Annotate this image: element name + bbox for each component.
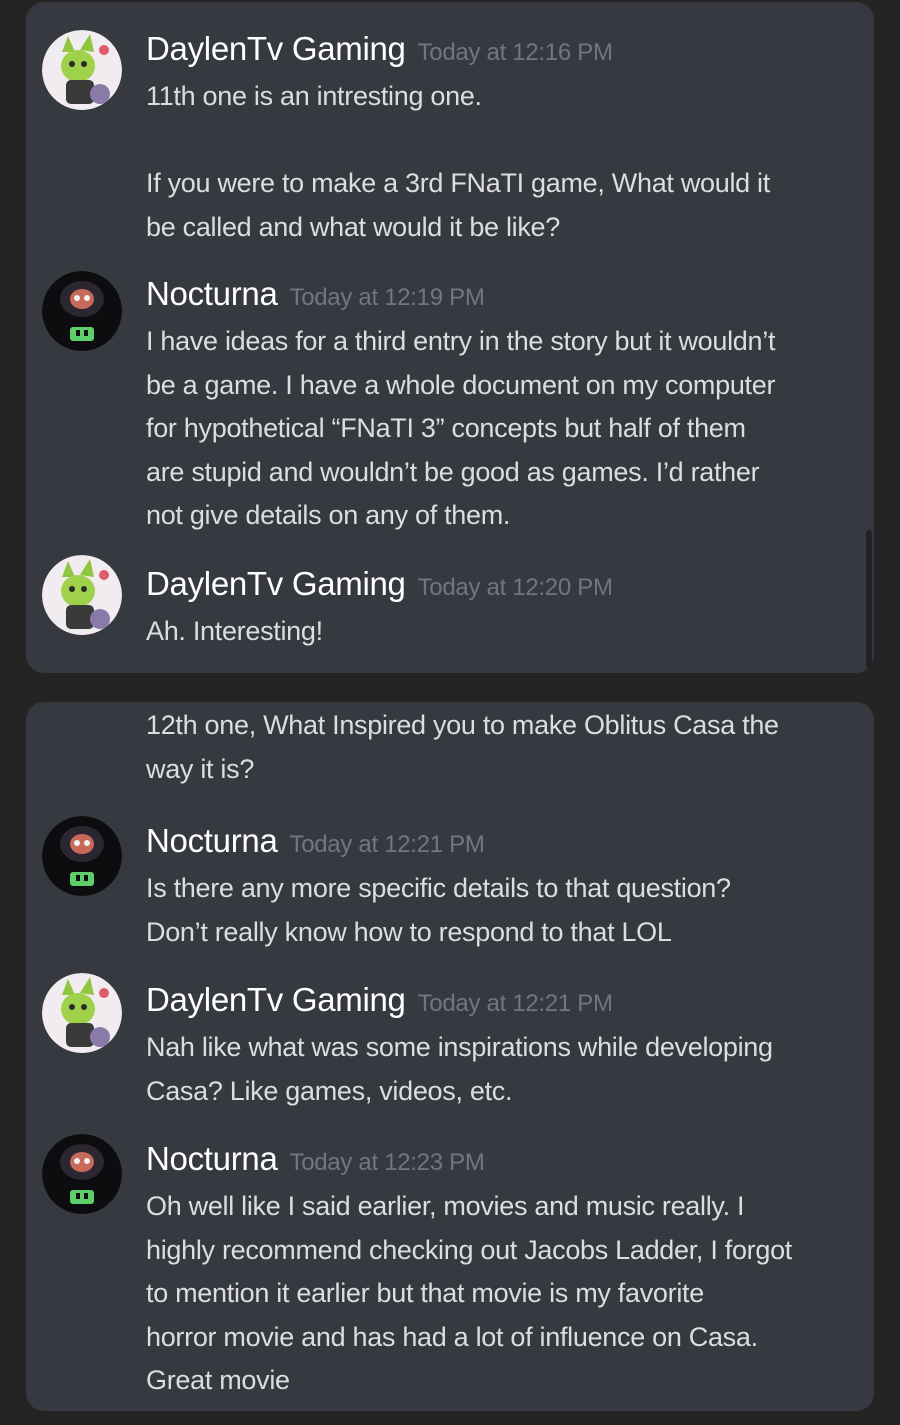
- nocturna-avatar-icon: [42, 1134, 122, 1214]
- message-line: 11th one is an intresting one.: [146, 81, 482, 111]
- message-line: If you were to make a 3rd FNaTI game, Wh…: [146, 168, 770, 198]
- daylen-avatar-icon: [42, 555, 122, 635]
- message-body: Nah like what was some inspirations whil…: [146, 1026, 861, 1113]
- chat-panel-bottom: 12th one, What Inspired you to make Obli…: [26, 702, 874, 1411]
- author-name[interactable]: Nocturna: [146, 822, 278, 859]
- message-line: Nah like what was some inspirations whil…: [146, 1032, 773, 1062]
- message-timestamp: Today at 12:21 PM: [289, 831, 485, 858]
- chat-panel-top: DaylenTv Gaming Today at 12:16 PM 11th on…: [26, 2, 874, 673]
- author-name[interactable]: DaylenTv Gaming: [146, 30, 406, 67]
- message-line: for hypothetical “FNaTI 3” concepts but …: [146, 413, 746, 443]
- author-name[interactable]: DaylenTv Gaming: [146, 981, 406, 1018]
- message-body: Is there any more specific details to th…: [146, 867, 861, 954]
- user-avatar-daylen[interactable]: [42, 973, 122, 1053]
- nocturna-avatar-icon: [42, 816, 122, 896]
- user-avatar-daylen[interactable]: [42, 555, 122, 635]
- message-line: highly recommend checking out Jacobs Lad…: [146, 1234, 792, 1265]
- message-line: not give details on any of them.: [146, 500, 511, 530]
- author-name[interactable]: Nocturna: [146, 275, 278, 312]
- message-body: I have ideas for a third entry in the st…: [146, 320, 861, 538]
- message-header: Nocturna Today at 12:23 PM: [146, 1140, 485, 1180]
- message-timestamp: Today at 12:19 PM: [289, 284, 485, 311]
- message-line: Great movie: [146, 1365, 290, 1395]
- message-line: 12th one, What Inspired you to make Obli…: [146, 710, 779, 740]
- message-body: Oh well like I said earlier, movies and …: [146, 1185, 861, 1403]
- author-name[interactable]: Nocturna: [146, 1140, 278, 1177]
- message-line: be called and what would it be like?: [146, 211, 560, 242]
- daylen-avatar-icon: [42, 30, 122, 110]
- message-header: Nocturna Today at 12:19 PM: [146, 275, 485, 315]
- message-line: Oh well like I said earlier, movies and …: [146, 1191, 745, 1221]
- user-avatar-nocturna[interactable]: [42, 1134, 122, 1214]
- message-line: Is there any more specific details to th…: [146, 873, 731, 903]
- user-avatar-daylen[interactable]: [42, 30, 122, 110]
- message-line: Ah. Interesting!: [146, 616, 323, 646]
- nocturna-avatar-icon: [42, 271, 122, 351]
- message-line: be a game. I have a whole document on my…: [146, 369, 776, 400]
- user-avatar-nocturna[interactable]: [42, 271, 122, 351]
- message-line: Casa? Like games, videos, etc.: [146, 1075, 513, 1106]
- author-name[interactable]: DaylenTv Gaming: [146, 565, 406, 602]
- message-timestamp: Today at 12:20 PM: [417, 574, 613, 601]
- message-body: 11th one is an intresting one. If you we…: [146, 75, 861, 249]
- message-header: DaylenTv Gaming Today at 12:21 PM: [146, 981, 613, 1021]
- message-timestamp: Today at 12:16 PM: [417, 39, 613, 66]
- message-line: Don’t really know how to respond to that…: [146, 916, 672, 947]
- message-body: 12th one, What Inspired you to make Obli…: [146, 704, 861, 791]
- message-line: I have ideas for a third entry in the st…: [146, 326, 776, 356]
- user-avatar-nocturna[interactable]: [42, 816, 122, 896]
- message-body: Ah. Interesting!: [146, 610, 861, 654]
- message-line: are stupid and wouldn’t be good as games…: [146, 456, 760, 487]
- daylen-avatar-icon: [42, 973, 122, 1053]
- message-timestamp: Today at 12:21 PM: [417, 990, 613, 1017]
- message-line: horror movie and has had a lot of influe…: [146, 1321, 758, 1352]
- message-line: to mention it earlier but that movie is …: [146, 1278, 704, 1308]
- message-header: DaylenTv Gaming Today at 12:16 PM: [146, 30, 613, 70]
- message-header: DaylenTv Gaming Today at 12:20 PM: [146, 565, 613, 605]
- message-line: way it is?: [146, 753, 255, 784]
- scrollbar-thumb[interactable]: [866, 530, 872, 668]
- message-header: Nocturna Today at 12:21 PM: [146, 822, 485, 862]
- message-timestamp: Today at 12:23 PM: [289, 1149, 485, 1176]
